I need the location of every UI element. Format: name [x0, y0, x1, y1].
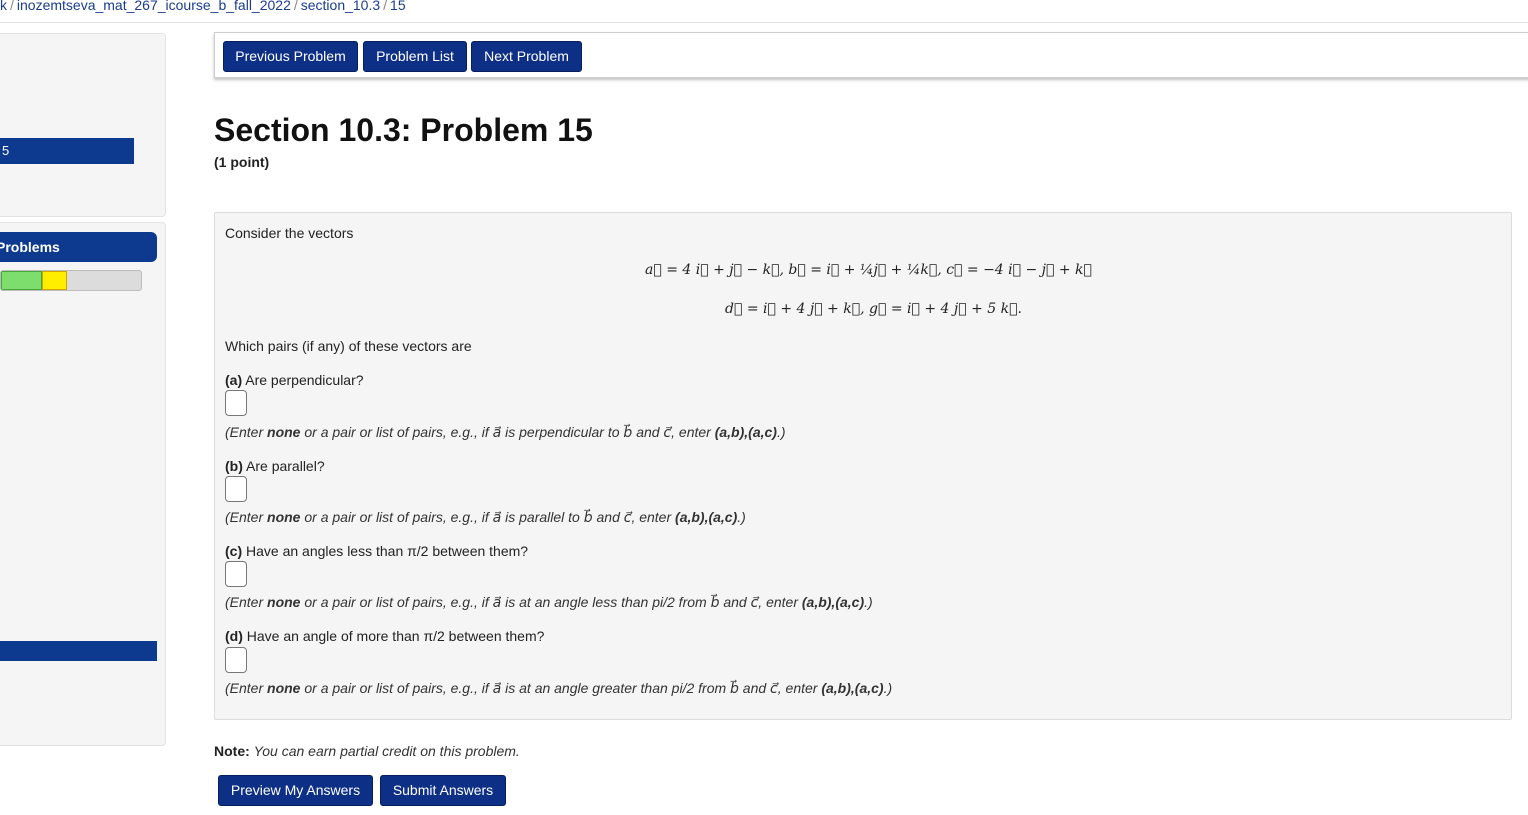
answer-input-b[interactable]: [225, 476, 247, 502]
hint-text: (Enter: [225, 594, 268, 610]
preview-answers-button[interactable]: Preview My Answers: [218, 775, 373, 806]
part-c-text: Have an angles less than π/2 between the…: [246, 543, 529, 559]
answer-input-d[interactable]: [225, 647, 247, 673]
part-d-label: (d): [225, 628, 243, 644]
problem-body: Consider the vectors a⃗ = 4 i⃗ + j⃗ − k⃗…: [214, 212, 1512, 720]
hint-none: none: [267, 424, 301, 440]
problem-intro: Consider the vectors: [225, 225, 354, 241]
sidebar-item-selected[interactable]: [0, 641, 157, 661]
hint-none: none: [267, 509, 301, 525]
part-a-hint: (Enter none or a pair or list of pairs, …: [225, 424, 786, 441]
sidebar-problems-card: [0, 222, 166, 746]
part-d-prompt: (d) Have an angle of more than π/2 betwe…: [225, 628, 544, 644]
part-a-text: Are perpendicular?: [245, 372, 364, 388]
breadcrumb-separator: /: [10, 0, 14, 13]
problem-navigation-bar: Previous Problem Problem List Next Probl…: [214, 32, 1528, 78]
problem-question: Which pairs (if any) of these vectors ar…: [225, 338, 472, 354]
part-c-hint: (Enter none or a pair or list of pairs, …: [225, 594, 873, 611]
breadcrumb-separator: /: [293, 0, 298, 13]
hint-none: none: [267, 680, 301, 696]
problem-list-button[interactable]: Problem List: [363, 41, 467, 72]
partial-credit-note: Note: You can earn partial credit on thi…: [214, 743, 520, 759]
answer-input-a[interactable]: [225, 390, 247, 416]
hint-text: (Enter: [225, 680, 268, 696]
hint-text: or a pair or list of pairs, e.g., if a⃗ …: [300, 594, 802, 610]
hint-example: (a,b),(a,c): [821, 680, 884, 696]
part-c-prompt: (c) Have an angles less than π/2 between…: [225, 543, 528, 559]
hint-example: (a,b),(a,c): [801, 594, 865, 610]
note-label: Note:: [214, 743, 250, 759]
previous-problem-button[interactable]: Previous Problem: [223, 41, 358, 72]
hint-none: none: [267, 594, 301, 610]
breadcrumb-item-course[interactable]: inozemtseva_mat_267_icourse_b_fall_2022: [17, 0, 291, 13]
sidebar-item-active[interactable]: 5: [0, 138, 134, 164]
hint-text: (Enter: [225, 509, 268, 525]
breadcrumb-item-set[interactable]: section_10.3: [301, 0, 380, 13]
part-a-prompt: (a) Are perpendicular?: [225, 372, 364, 388]
note-text: You can earn partial credit on this prob…: [253, 743, 520, 759]
next-problem-button[interactable]: Next Problem: [471, 41, 582, 72]
breadcrumb-item-problem: 15: [390, 0, 406, 13]
part-a-label: (a): [225, 372, 243, 388]
part-b-text: Are parallel?: [246, 458, 325, 474]
part-b-hint: (Enter none or a pair or list of pairs, …: [225, 509, 746, 526]
hint-text: or a pair or list of pairs, e.g., if a⃗ …: [300, 509, 676, 525]
hint-text: .): [864, 594, 873, 610]
vectors-line-2: d⃗ = i⃗ + 4 j⃗ + k⃗, g⃗ = i⃗ + 4 j⃗ + 5 …: [725, 301, 1022, 317]
hint-text: .): [776, 424, 786, 440]
hint-text: or a pair or list of pairs, e.g., if a⃗ …: [300, 424, 715, 440]
hint-text: .): [883, 680, 893, 696]
progress-bar: [0, 270, 142, 291]
breadcrumb-separator: /: [383, 0, 388, 13]
part-b-prompt: (b) Are parallel?: [225, 458, 325, 474]
hint-text: .): [737, 509, 746, 525]
progress-partial-segment: [42, 271, 67, 290]
sidebar-problems-header[interactable]: Problems: [0, 232, 157, 262]
part-d-text: Have an angle of more than π/2 between t…: [246, 628, 545, 644]
hint-text: (Enter: [225, 424, 268, 440]
breadcrumb-item-root[interactable]: k: [0, 0, 7, 13]
submit-answers-button[interactable]: Submit Answers: [380, 775, 506, 806]
hint-text: or a pair or list of pairs, e.g., if a⃗ …: [300, 680, 822, 696]
problem-points: (1 point): [214, 154, 270, 170]
hint-example: (a,b),(a,c): [714, 424, 777, 440]
hint-example: (a,b),(a,c): [675, 509, 738, 525]
sidebar-problems-label: Problems: [0, 239, 60, 255]
vectors-line-1: a⃗ = 4 i⃗ + j⃗ − k⃗, b⃗ = i⃗ + ¼j⃗ + ¼k⃗…: [645, 262, 1092, 278]
page-title: Section 10.3: Problem 15: [214, 112, 593, 148]
part-b-label: (b): [225, 458, 243, 474]
answer-input-c[interactable]: [225, 561, 247, 587]
progress-correct-segment: [1, 271, 42, 290]
breadcrumb: k / inozemtseva_mat_267_icourse_b_fall_202…: [0, 0, 1528, 23]
sidebar-nav-card: [0, 33, 166, 217]
part-d-hint: (Enter none or a pair or list of pairs, …: [225, 680, 892, 697]
part-c-label: (c): [225, 543, 243, 559]
